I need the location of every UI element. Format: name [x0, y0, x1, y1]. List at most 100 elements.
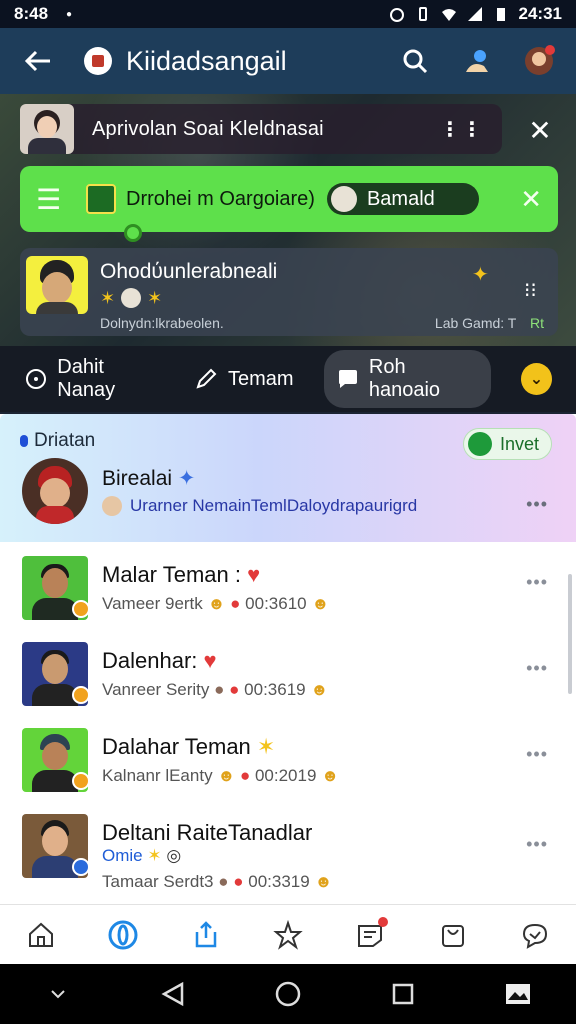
smile-icon: ☻ [217, 766, 236, 785]
avatar-mini-icon [102, 496, 122, 516]
sparkle-icon: ✶ [147, 846, 162, 865]
more-icon[interactable]: ••• [526, 494, 548, 515]
notification-dot [378, 916, 389, 927]
heart-icon: ♥ [247, 562, 261, 587]
invite-button[interactable]: Invet [462, 428, 552, 460]
home-circle-icon[interactable] [268, 974, 308, 1014]
list-item[interactable]: Malar Teman : ♥ Vameer 9ertk ☻ ● 00:3610… [0, 550, 576, 636]
chevron-down-icon[interactable] [38, 974, 78, 1014]
highlighted-title-text: Birealai [102, 467, 173, 490]
invite-icon [467, 432, 492, 456]
member-pill[interactable]: Bamald [326, 183, 479, 215]
featured-title: Ohodύunlerabneali [100, 260, 278, 283]
smile-icon: ☻ [310, 680, 329, 699]
more-icon[interactable]: ⋮⋮ [440, 117, 484, 142]
chat-icon [26, 369, 46, 389]
list-item[interactable]: Deltani RaiteTanadlar Omie ✶ ◎ Tamaar Se… [0, 808, 576, 904]
people-icon [466, 50, 488, 72]
pin-icon: ● [229, 680, 240, 699]
more-icon[interactable]: ••• [526, 572, 548, 593]
status-badge [72, 686, 90, 704]
contact-sub-text: Kalnanr lEanty [102, 766, 213, 785]
contact-sub-text: Tamaar Serdt3 [102, 872, 214, 891]
contact-subtitle: Vanreer Serity ● ● 00:3619 ☻ [102, 680, 328, 700]
message-icon[interactable] [515, 915, 555, 955]
share-icon[interactable] [186, 915, 226, 955]
group-chip-label: Drrohei m Oargoiare) [126, 187, 315, 210]
search-button[interactable] [396, 42, 434, 80]
sparkle-icon: ✶ [147, 288, 163, 308]
tab-row: Dahit Nanay Temam Roh hanoaio ⌄ [0, 346, 576, 412]
pinned-message-bar[interactable]: Aprivolan Soai Kleldnasai ⋮⋮ [20, 104, 502, 154]
close-banner-button[interactable]: ✕ [520, 184, 542, 215]
smile-icon: ☻ [314, 872, 333, 891]
tab-roh[interactable]: Roh hanoaio [323, 350, 491, 408]
pin-icon: ● [239, 766, 251, 785]
pinned-avatar [20, 104, 74, 154]
tab-teman[interactable]: Temam [194, 367, 294, 391]
contact-subtitle: Vameer 9ertk ☻ ● 00:3610 ☻ [102, 594, 329, 614]
battery-icon [493, 6, 509, 22]
image-icon[interactable] [498, 974, 538, 1014]
status-badge [72, 772, 90, 790]
menu-icon[interactable]: ☰ [36, 183, 68, 216]
stars-icon[interactable] [268, 915, 308, 955]
featured-meta: Lab Gamd: T Rt [435, 315, 544, 331]
down-arrow-icon [124, 224, 142, 242]
section-label-text: Driatan [34, 430, 96, 451]
highlighted-title: Birealai ✦ [102, 466, 196, 491]
contact-subtitle: Kalnanr lEanty ☻ ● 00:2019 ☻ [102, 766, 339, 786]
chevron-down-icon[interactable]: ⌄ [520, 363, 552, 395]
status-clock: 24:31 [518, 4, 562, 23]
speech-bubble-icon [338, 370, 357, 388]
group-chip[interactable]: Drrohei m Oargoiare) [86, 182, 315, 216]
clock-icon: ◎ [166, 846, 182, 865]
featured-chat-card[interactable]: Ohodύunlerabneali ✶ ✶ Dolnydn:lkrabeolen… [20, 248, 558, 336]
highlighted-subtitle-text: Urarner NemainTemlDaloydrapaurigrd [130, 496, 418, 515]
highlighted-chat[interactable]: Driatan Invet Birealai ✦ Urarner NemainT… [0, 414, 576, 542]
close-pinned-button[interactable]: ✕ [520, 110, 560, 150]
back-icon[interactable] [153, 974, 193, 1014]
featured-avatar [26, 256, 88, 314]
bag-icon[interactable] [433, 915, 473, 955]
smile-icon: ☻ [311, 594, 330, 613]
avatar-mini-icon: ● [218, 872, 229, 891]
home-icon[interactable] [21, 915, 61, 955]
invite-label: Invet [499, 433, 539, 454]
status-badge [72, 858, 90, 876]
tab-chat[interactable]: Dahit Nanay [24, 356, 164, 402]
pinned-text: Aprivolan Soai Kleldnasai [92, 117, 324, 140]
more-icon[interactable]: ••• [526, 744, 548, 765]
member-avatar [330, 186, 357, 212]
more-icon[interactable]: ⁝⁝ [524, 278, 537, 303]
scrollbar[interactable] [568, 574, 572, 694]
app-bar: Kiidadsangail [0, 28, 576, 94]
back-button[interactable] [18, 41, 58, 81]
contact-time: 00:3619 [244, 680, 306, 699]
contacts-button[interactable] [458, 42, 496, 80]
contact-sub-text: Vameer 9ertk [102, 594, 203, 613]
target-icon[interactable] [103, 915, 143, 955]
contact-name: Deltani RaiteTanadlar [102, 820, 313, 845]
more-icon[interactable]: ••• [526, 834, 548, 855]
group-icon [86, 184, 116, 214]
system-nav [0, 964, 576, 1024]
alarm-icon [389, 6, 405, 22]
search-icon [403, 49, 428, 74]
tab-roh-label: Roh hanoaio [368, 356, 441, 401]
avatar-icon [525, 45, 555, 75]
back-arrow-icon [24, 50, 50, 72]
profile-avatar[interactable] [520, 42, 558, 80]
more-icon[interactable]: ••• [526, 658, 548, 679]
contact-tag: Omie ✶ ◎ [102, 846, 181, 866]
contact-time: 00:3319 [248, 872, 310, 891]
avatar [22, 458, 88, 524]
list-item[interactable]: Dalenhar: ♥ Vanreer Serity ● ● 00:3619 ☻… [0, 636, 576, 722]
pencil-icon [196, 368, 217, 389]
group-banner[interactable]: ☰ Drrohei m Oargoiare) Bamald ✕ [20, 166, 558, 232]
contact-name: Dalenhar: ♥ [102, 648, 217, 674]
contact-tag-text: Omie [102, 846, 143, 865]
recents-icon[interactable] [383, 974, 423, 1014]
notes-icon[interactable] [350, 915, 390, 955]
list-item[interactable]: Dalahar Teman ✶ Kalnanr lEanty ☻ ● 00:20… [0, 722, 576, 808]
